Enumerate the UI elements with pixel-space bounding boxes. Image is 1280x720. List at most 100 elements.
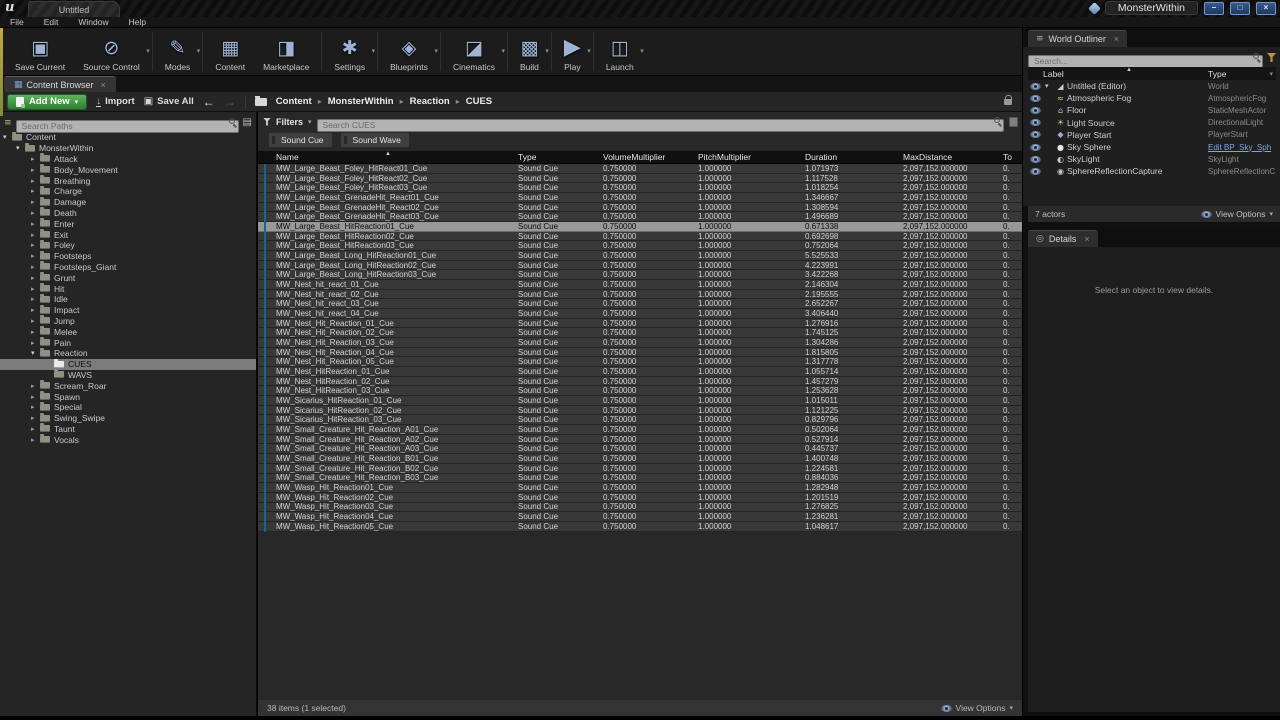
tree-expand-arrow-icon[interactable] (31, 187, 40, 195)
forward-button[interactable]: → (224, 95, 236, 109)
visibility-eye-icon[interactable] (1030, 144, 1041, 151)
asset-row[interactable]: MW_Large_Beast_Long_HitReaction03_Cue So… (258, 270, 1022, 280)
tree-expand-arrow-icon[interactable] (31, 425, 40, 433)
menu-item[interactable]: File (0, 17, 34, 27)
tree-folder-row[interactable]: Charge (0, 186, 256, 197)
tree-folder-row[interactable]: Spawn (0, 391, 256, 402)
tree-expand-arrow-icon[interactable] (16, 144, 25, 152)
column-header-duration[interactable]: Duration (805, 152, 903, 162)
minimize-button[interactable]: – (1204, 2, 1224, 15)
breadcrumb-item[interactable]: Content (276, 96, 312, 107)
tree-folder-row[interactable]: Idle (0, 294, 256, 305)
chevron-down-icon[interactable]: ▾ (197, 47, 201, 55)
actor-row[interactable]: Floor StaticMeshActor (1028, 104, 1276, 116)
asset-row[interactable]: MW_Large_Beast_GrenadeHit_React02_Cue So… (258, 203, 1022, 213)
tree-expand-arrow-icon[interactable] (31, 306, 40, 314)
column-header-pitch[interactable]: PitchMultiplier (698, 152, 805, 162)
asset-row[interactable]: MW_Large_Beast_GrenadeHit_React03_Cue So… (258, 212, 1022, 222)
asset-row[interactable]: MW_Large_Beast_HitReaction02_Cue Sound C… (258, 232, 1022, 242)
restore-button[interactable]: □ (1230, 2, 1250, 15)
tree-folder-row[interactable]: Breathing (0, 175, 256, 186)
tree-expand-arrow-icon[interactable] (31, 285, 40, 293)
asset-row[interactable]: MW_Large_Beast_HitReaction03_Cue Sound C… (258, 241, 1022, 251)
tree-expand-arrow-icon[interactable] (31, 393, 40, 401)
asset-row[interactable]: MW_Nest_Hit_Reaction_01_Cue Sound Cue 0.… (258, 319, 1022, 329)
asset-row[interactable]: MW_Large_Beast_Foley_HitReact02_Cue Soun… (258, 174, 1022, 184)
asset-row[interactable]: MW_Nest_Hit_Reaction_04_Cue Sound Cue 0.… (258, 348, 1022, 358)
visibility-eye-icon[interactable] (1030, 168, 1041, 175)
tree-folder-row[interactable]: MonsterWithin (0, 143, 256, 154)
tree-folder-row[interactable]: Jump (0, 316, 256, 327)
filter-chip[interactable]: Sound Cue (268, 132, 333, 148)
tree-folder-row[interactable]: Footsteps_Giant (0, 262, 256, 273)
asset-row[interactable]: MW_Small_Creature_Hit_Reaction_B02_Cue S… (258, 464, 1022, 474)
tree-folder-row[interactable]: Grunt (0, 272, 256, 283)
visibility-eye-icon[interactable] (1030, 131, 1041, 138)
menu-item[interactable]: Window (68, 17, 118, 27)
menu-item[interactable]: Help (119, 17, 156, 27)
chevron-down-icon[interactable]: ▾ (545, 47, 549, 55)
tree-folder-row[interactable]: Pain (0, 337, 256, 348)
column-header-overflow[interactable]: To (1003, 152, 1022, 162)
asset-row[interactable]: MW_Wasp_Hit_Reaction04_Cue Sound Cue 0.7… (258, 512, 1022, 522)
chevron-down-icon[interactable]: ▾ (146, 47, 150, 55)
search-paths-input[interactable] (16, 120, 239, 133)
chevron-down-icon[interactable]: ▾ (372, 47, 376, 55)
toolbar-button[interactable]: Play ▾ (555, 28, 590, 75)
tree-folder-row[interactable]: Impact (0, 305, 256, 316)
tree-folder-row[interactable]: Footsteps (0, 251, 256, 262)
view-list-icon[interactable]: ▤ (243, 117, 252, 128)
actor-row[interactable]: Sky Sphere Edit BP_Sky_Sph (1028, 141, 1276, 153)
breadcrumb-item[interactable]: MonsterWithin (328, 96, 394, 107)
toolbar-button[interactable]: Source Control ▾ (74, 28, 149, 75)
tree-expand-arrow-icon[interactable] (31, 414, 40, 422)
tree-expand-arrow-icon[interactable] (31, 263, 40, 271)
actor-row[interactable]: SphereReflectionCapture SphereReflection… (1028, 165, 1276, 177)
chevron-down-icon[interactable]: ▾ (640, 47, 644, 55)
tab-world-outliner[interactable]: ≡ World Outliner × (1028, 30, 1127, 47)
tab-content-browser[interactable]: ▦ Content Browser × (4, 76, 116, 92)
tree-expand-arrow-icon[interactable] (31, 198, 40, 206)
asset-row[interactable]: MW_Large_Beast_Long_HitReaction01_Cue So… (258, 251, 1022, 261)
toolbar-button[interactable]: Blueprints ▾ (381, 28, 437, 75)
close-button[interactable]: × (1256, 2, 1276, 15)
tab-details[interactable]: ◎ Details × (1028, 230, 1098, 247)
column-header-type[interactable]: Type (518, 152, 603, 162)
asset-row[interactable]: MW_Large_Beast_Long_HitReaction02_Cue So… (258, 261, 1022, 271)
tree-folder-row[interactable]: Attack (0, 154, 256, 165)
actor-row[interactable]: Player Start PlayerStart (1028, 129, 1276, 141)
tree-folder-row[interactable]: WAVS (0, 370, 256, 381)
asset-row[interactable]: MW_Sicarius_HitReaction_01_Cue Sound Cue… (258, 396, 1022, 406)
actor-row[interactable]: Untitled (Editor) World (1028, 80, 1276, 92)
tree-expand-arrow-icon[interactable] (1045, 82, 1054, 90)
visibility-eye-icon[interactable] (1030, 107, 1041, 114)
asset-row[interactable]: MW_Sicarius_HitReaction_03_Cue Sound Cue… (258, 415, 1022, 425)
tree-expand-arrow-icon[interactable] (31, 436, 40, 444)
tree-expand-arrow-icon[interactable] (31, 328, 40, 336)
tree-expand-arrow-icon[interactable] (31, 317, 40, 325)
view-options-button[interactable]: View Options ▾ (1201, 209, 1273, 219)
level-tab[interactable]: Untitled (28, 1, 120, 17)
tree-expand-arrow-icon[interactable] (3, 133, 12, 141)
visibility-eye-icon[interactable] (1030, 156, 1041, 163)
asset-row[interactable]: MW_Small_Creature_Hit_Reaction_A03_Cue S… (258, 444, 1022, 454)
tree-expand-arrow-icon[interactable] (31, 231, 40, 239)
chevron-down-icon[interactable]: ▾ (434, 47, 438, 55)
actor-row[interactable]: Light Source DirectionalLight (1028, 117, 1276, 129)
visibility-eye-icon[interactable] (1030, 119, 1041, 126)
asset-row[interactable]: MW_Wasp_Hit_Reaction03_Cue Sound Cue 0.7… (258, 503, 1022, 513)
asset-row[interactable]: MW_Nest_HitReaction_01_Cue Sound Cue 0.7… (258, 367, 1022, 377)
tree-expand-arrow-icon[interactable] (31, 241, 40, 249)
asset-row[interactable]: MW_Nest_Hit_Reaction_05_Cue Sound Cue 0.… (258, 357, 1022, 367)
tree-expand-arrow-icon[interactable] (31, 155, 40, 163)
tree-expand-arrow-icon[interactable] (31, 295, 40, 303)
asset-row[interactable]: MW_Small_Creature_Hit_Reaction_B01_Cue S… (258, 454, 1022, 464)
asset-row[interactable]: MW_Small_Creature_Hit_Reaction_B03_Cue S… (258, 474, 1022, 484)
asset-row[interactable]: MW_Sicarius_HitReaction_02_Cue Sound Cue… (258, 406, 1022, 416)
outliner-search-input[interactable] (1028, 55, 1263, 68)
tree-expand-arrow-icon[interactable] (31, 220, 40, 228)
column-header-maxdistance[interactable]: MaxDistance (903, 152, 1003, 162)
close-icon[interactable]: × (1084, 234, 1089, 244)
tree-folder-row[interactable]: Enter (0, 218, 256, 229)
actor-row[interactable]: SkyLight SkyLight (1028, 153, 1276, 165)
